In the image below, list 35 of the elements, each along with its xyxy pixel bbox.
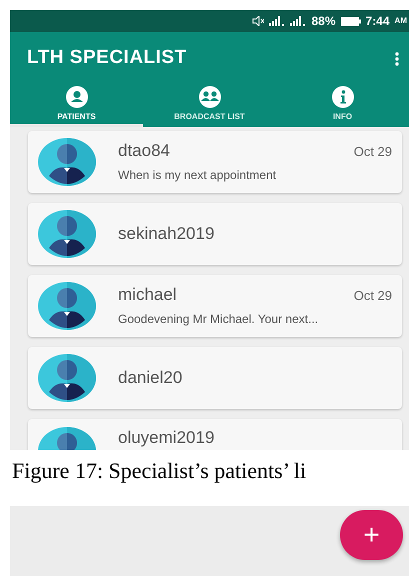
avatar-icon bbox=[38, 138, 96, 186]
app-title: LTH SPECIALIST bbox=[27, 46, 187, 70]
signal-icon bbox=[269, 16, 286, 26]
clock-suffix: AM bbox=[394, 15, 407, 27]
chat-card[interactable]: michael Oct 29 Goodevening Mr Michael. Your next... bbox=[28, 275, 402, 337]
chat-card[interactable]: sekinah2019 bbox=[28, 203, 402, 265]
tab[interactable]: INFO bbox=[276, 85, 409, 127]
info-icon bbox=[332, 86, 354, 108]
add-button[interactable]: + bbox=[340, 510, 403, 560]
message-preview: Goodevening Mr Michael. Your next... bbox=[118, 311, 320, 328]
chat-card[interactable]: dtao84 Oct 29 When is my next appointment bbox=[28, 131, 402, 193]
patient-name: dtao84 bbox=[118, 140, 170, 162]
patient-name: oluyemi2019 bbox=[118, 427, 214, 449]
message-preview: When is my next appointment bbox=[118, 167, 278, 184]
signal-icon bbox=[290, 16, 306, 26]
chat-card[interactable]: oluyemi2019 bbox=[28, 419, 402, 450]
more-icon[interactable] bbox=[395, 52, 399, 66]
group-icon bbox=[196, 86, 222, 108]
person-icon bbox=[66, 86, 88, 108]
avatar-icon bbox=[38, 354, 96, 402]
battery-level: 88% bbox=[311, 13, 336, 30]
tab[interactable]: PATIENTS bbox=[10, 85, 143, 127]
battery-icon bbox=[340, 16, 361, 26]
figure-caption: Figure 17: Specialist’s patients’ li bbox=[12, 458, 308, 484]
patient-name: sekinah2019 bbox=[118, 223, 214, 245]
avatar-icon bbox=[38, 282, 96, 330]
clock-time: 7:44 bbox=[366, 13, 390, 30]
tab[interactable]: BROADCAST LIST bbox=[143, 85, 276, 127]
avatar-icon bbox=[38, 210, 96, 258]
message-date: Oct 29 bbox=[354, 287, 392, 305]
mute-icon bbox=[252, 16, 264, 26]
patient-name: michael bbox=[118, 284, 177, 306]
message-date: Oct 29 bbox=[354, 143, 392, 161]
chat-card[interactable]: daniel20 bbox=[28, 347, 402, 409]
patient-name: daniel20 bbox=[118, 367, 182, 389]
